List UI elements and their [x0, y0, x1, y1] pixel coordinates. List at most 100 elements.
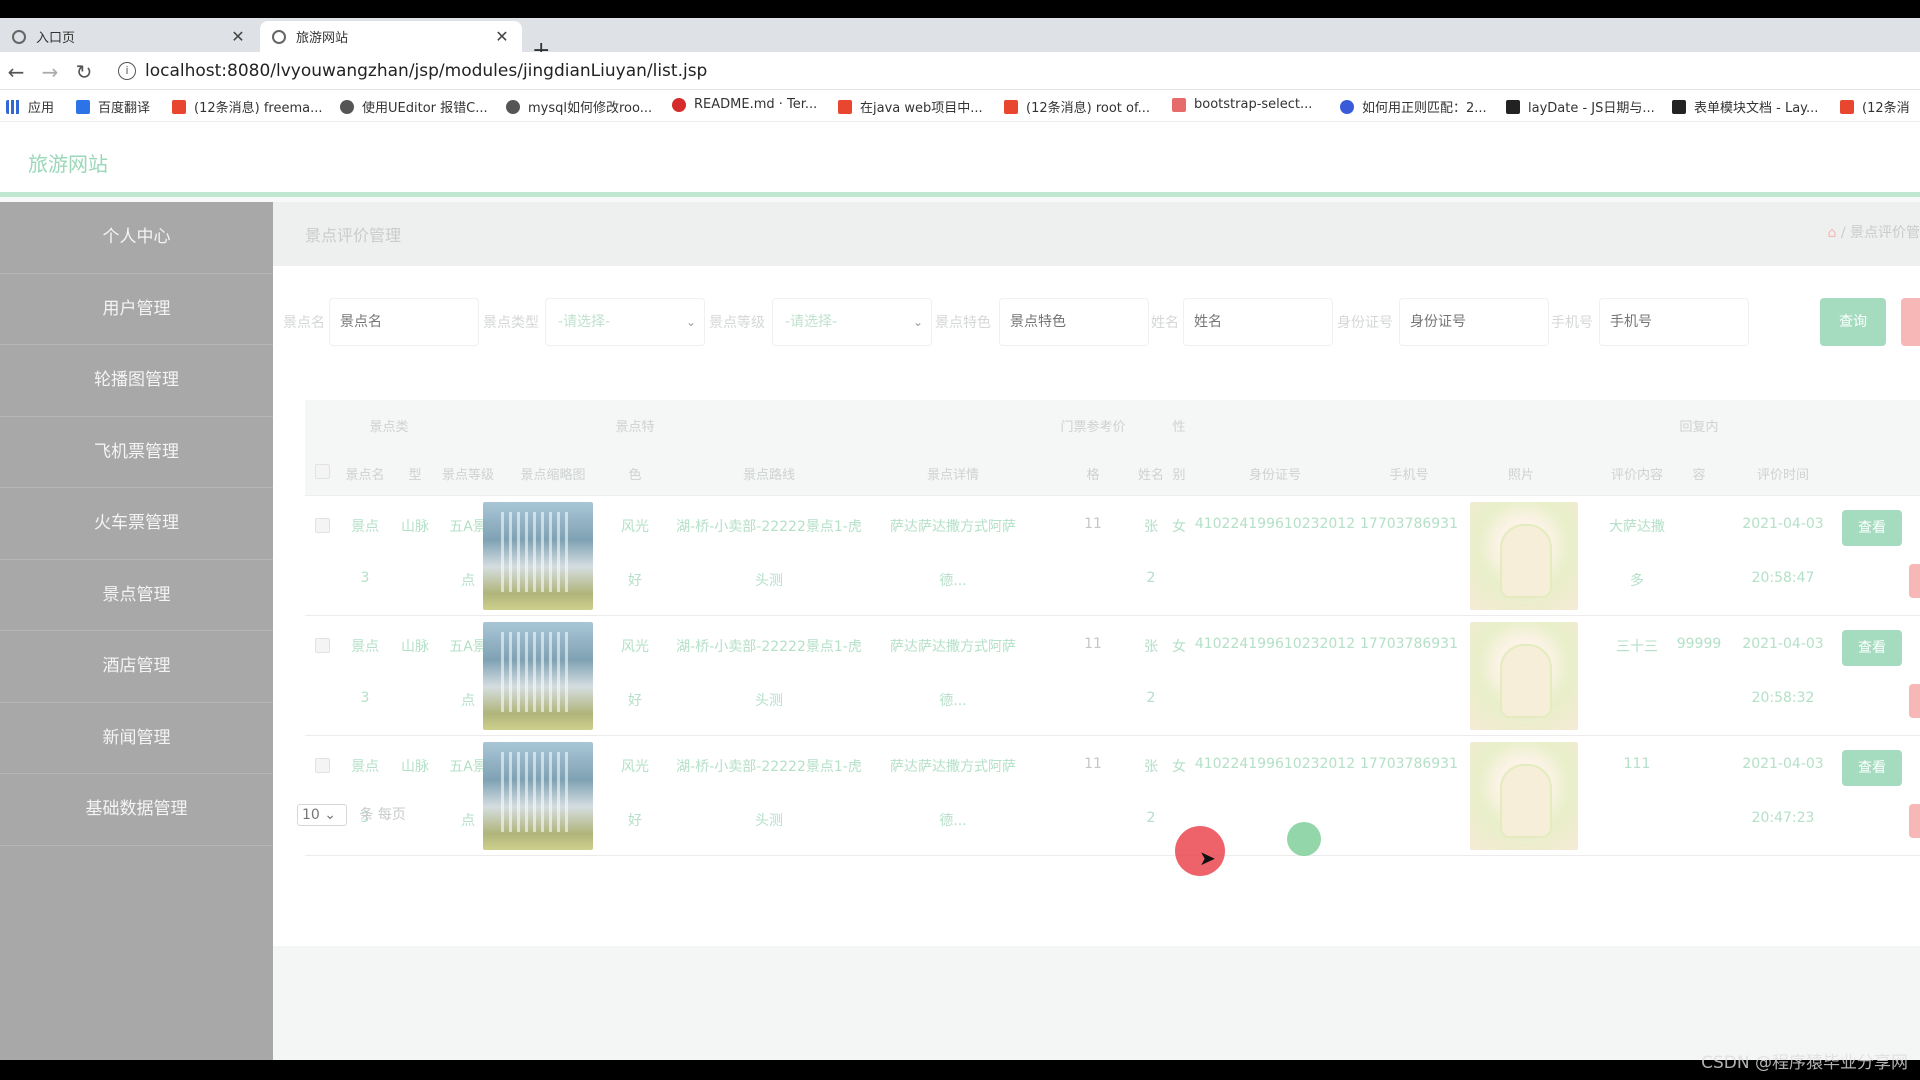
spot-feature-input[interactable] [999, 298, 1149, 346]
cell-route-2: 头测 [755, 573, 783, 589]
th-level: 景点等级 [441, 468, 495, 483]
search-label-name: 姓名 [1151, 315, 1179, 331]
cell-detail: 萨达萨达撒方式阿萨 [890, 519, 1016, 535]
reload-icon[interactable]: ↻ [72, 60, 96, 84]
table-row[interactable]: 景点 3 山脉 五A景 点 风光 好 湖-桥-小卖部-22222景点1-虎 头测… [305, 496, 1920, 616]
bookmark-item[interactable]: (12条消息) root of... [1004, 97, 1150, 116]
baidu-icon [1340, 99, 1354, 114]
delete-button[interactable] [1909, 684, 1920, 718]
cell-detail-2: 德... [939, 813, 967, 829]
query-button[interactable]: 查询 [1820, 298, 1886, 346]
row-checkbox[interactable] [315, 638, 330, 653]
breadcrumb-trail: ⌂ / 景点评价管 [1827, 222, 1920, 242]
forward-arrow-icon[interactable]: → [38, 60, 62, 84]
batch-delete-button[interactable]: 批 [1901, 298, 1920, 346]
browser-tab-entry[interactable]: 入口页 ✕ [0, 21, 258, 52]
bookmark-item[interactable]: (12条消 [1840, 97, 1910, 116]
spot-thumbnail[interactable] [483, 502, 593, 610]
th-spot-type-top: 景点类 [369, 420, 409, 435]
bookmark-item[interactable]: (12条消息) freema... [172, 97, 322, 116]
sidebar-item-profile[interactable]: 个人中心 [0, 202, 273, 274]
cell-id-card: 410224199610232012 [1194, 756, 1356, 772]
sidebar-item-hotels[interactable]: 酒店管理 [0, 631, 273, 703]
name-input[interactable] [1183, 298, 1333, 346]
close-icon[interactable]: ✕ [230, 27, 246, 46]
cell-phone: 17703786931 [1360, 756, 1458, 772]
user-photo[interactable] [1470, 622, 1578, 730]
row-checkbox[interactable] [315, 758, 330, 773]
cell-spot-name[interactable]: 景点 [351, 516, 379, 536]
bookmark-item[interactable]: mysql如何修改roo... [506, 97, 652, 116]
back-arrow-icon[interactable]: ← [4, 60, 28, 84]
id-card-input[interactable] [1399, 298, 1549, 346]
user-photo[interactable] [1470, 502, 1578, 610]
view-button[interactable]: 查看 [1842, 510, 1902, 546]
phone-input[interactable] [1599, 298, 1749, 346]
home-icon[interactable]: ⌂ [1827, 225, 1836, 241]
url-field[interactable]: localhost:8080/lvyouwangzhan/jsp/modules… [145, 61, 707, 81]
site-title[interactable]: 旅游网站 [28, 148, 108, 177]
user-photo[interactable] [1470, 742, 1578, 850]
csdn-icon [838, 99, 852, 114]
cell-gender: 女 [1172, 759, 1186, 775]
sidebar-item-scenic-spots[interactable]: 景点管理 [0, 560, 273, 631]
cell-route: 湖-桥-小卖部-22222景点1-虎 [676, 759, 862, 775]
sidebar-item-news[interactable]: 新闻管理 [0, 703, 273, 774]
cell-reply: 99999 [1676, 636, 1722, 652]
info-icon[interactable]: i [118, 62, 136, 80]
bottom-bar [0, 1060, 1920, 1080]
cell-spot-name[interactable]: 景点 [351, 636, 379, 656]
cell-comment: 111 [1623, 756, 1651, 772]
globe-icon [12, 29, 26, 44]
cell-spot-name[interactable]: 景点 [351, 756, 379, 776]
th-time: 评价时间 [1756, 468, 1810, 483]
bookmark-item[interactable]: layDate - JS日期与... [1506, 97, 1655, 116]
sidebar-item-carousel[interactable]: 轮播图管理 [0, 345, 273, 417]
bookmark-label: 如何用正则匹配：2... [1362, 101, 1487, 116]
page-size-select[interactable]: 10 ⌄ [297, 804, 347, 826]
sidebar-item-flights[interactable]: 飞机票管理 [0, 417, 273, 488]
close-icon[interactable]: ✕ [494, 27, 510, 46]
delete-button[interactable] [1909, 804, 1920, 838]
bookmark-apps[interactable]: 应用 [6, 97, 54, 116]
spot-level-select[interactable]: -请选择- ⌄ [772, 298, 932, 346]
th-detail: 景点详情 [926, 468, 980, 483]
cell-feature-2: 好 [628, 813, 642, 829]
table-row[interactable]: 景点 3 山脉 五A景 点 风光 好 湖-桥-小卖部-22222景点1-虎 头测… [305, 736, 1920, 856]
bookmark-label: README.md · Ter... [694, 97, 818, 112]
cell-username: 张 [1144, 519, 1158, 535]
cell-level-2: 点 [461, 813, 475, 829]
bookmark-item[interactable]: bootstrap-select... [1172, 97, 1312, 112]
view-button[interactable]: 查看 [1842, 630, 1902, 666]
mouse-cursor-icon: ➤ [1199, 846, 1216, 870]
main-content: 景点评价管理 ⌂ / 景点评价管 景点名 景点类型 -请选择- ⌄ 景点等级 -请… [273, 202, 1920, 1060]
bookmark-item[interactable]: README.md · Ter... [672, 97, 817, 112]
spot-thumbnail[interactable] [483, 742, 593, 850]
th-spot-name: 景点名 [345, 468, 385, 483]
cell-time-2: 20:58:32 [1751, 690, 1815, 706]
bookmark-item[interactable]: 在java web项目中... [838, 97, 983, 116]
bookmark-item[interactable]: 百度翻译 [76, 97, 150, 116]
sidebar-item-trains[interactable]: 火车票管理 [0, 488, 273, 560]
select-all-checkbox[interactable] [315, 464, 330, 479]
cell-spot-name-2: 3 [360, 570, 370, 586]
table-row[interactable]: 景点 3 山脉 五A景 点 风光 好 湖-桥-小卖部-22222景点1-虎 头测… [305, 616, 1920, 736]
delete-button[interactable] [1909, 564, 1920, 598]
cell-price: 11 [1084, 636, 1102, 652]
view-button[interactable]: 查看 [1842, 750, 1902, 786]
bookmark-item[interactable]: 使用UEditor 报错C... [340, 97, 488, 116]
sidebar-item-basic-data[interactable]: 基础数据管理 [0, 774, 273, 846]
cell-detail: 萨达萨达撒方式阿萨 [890, 759, 1016, 775]
spot-thumbnail[interactable] [483, 622, 593, 730]
bookmark-item[interactable]: 表单模块文档 - Lay... [1672, 97, 1818, 116]
spot-type-select[interactable]: -请选择- ⌄ [545, 298, 705, 346]
cell-feature: 风光 [621, 519, 649, 535]
search-form: 景点名 景点类型 -请选择- ⌄ 景点等级 -请选择- ⌄ 景点特色 姓名 身份证号… [283, 298, 1920, 346]
bookmark-item[interactable]: 如何用正则匹配：2... [1340, 97, 1487, 116]
sidebar-item-users[interactable]: 用户管理 [0, 274, 273, 345]
bookmark-label: 表单模块文档 - Lay... [1694, 101, 1819, 116]
browser-tab-travel-site[interactable]: 旅游网站 ✕ [260, 21, 522, 52]
spot-name-input[interactable] [329, 298, 479, 346]
row-checkbox[interactable] [315, 518, 330, 533]
page-size-value: 10 [302, 807, 320, 823]
